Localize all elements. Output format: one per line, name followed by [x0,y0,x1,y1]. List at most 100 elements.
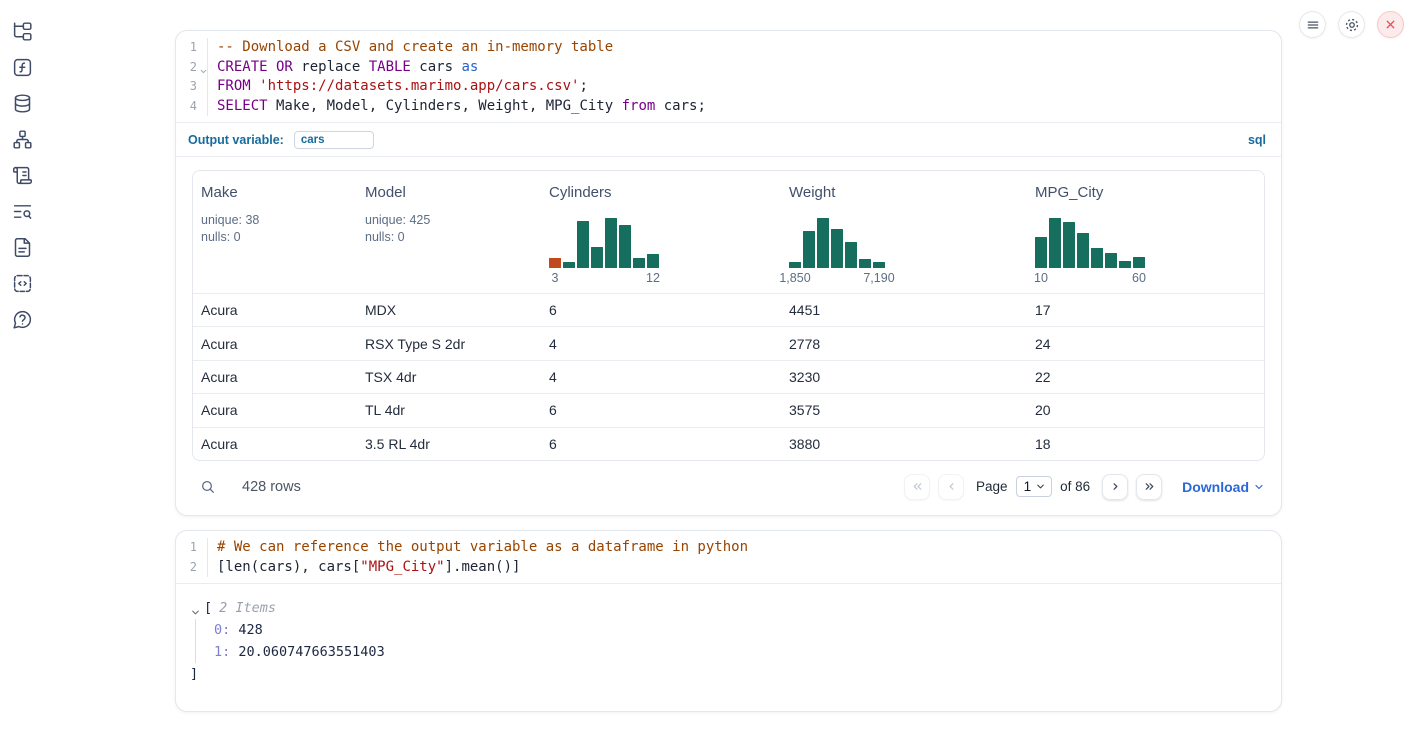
divider [176,156,1281,157]
code-line: 1# We can reference the output variable … [176,538,1281,558]
table-cell: 4 [541,336,781,352]
chevron-down-icon [1253,481,1265,493]
download-button[interactable]: Download [1182,479,1265,495]
column-title: Cylinders [549,184,773,201]
dependency-graph-icon[interactable] [12,129,33,150]
document-icon[interactable] [12,237,33,258]
histogram-bar [1119,261,1131,268]
page-total: of 86 [1060,479,1090,494]
output-variable-row: Output variable: sql [176,123,1281,156]
python-cell: 1# We can reference the output variable … [175,530,1282,712]
table-header: Makeunique: 38nulls: 0Modelunique: 425nu… [193,171,1264,293]
table-cell: 6 [541,402,781,418]
table-body: AcuraMDX6445117AcuraRSX Type S 2dr427782… [193,293,1264,460]
table-cell: 20 [1027,402,1264,418]
download-label: Download [1182,479,1249,495]
table-cell: 6 [541,436,781,452]
output-variable-input[interactable] [294,131,374,149]
histogram-bar [1035,237,1047,268]
histogram-bar [549,258,561,268]
database-icon[interactable] [12,93,33,114]
sql-cell: 1-- Download a CSV and create an in-memo… [175,30,1282,516]
function-icon[interactable] [12,57,33,78]
fold-chevron-icon[interactable] [199,63,208,72]
open-bracket: [ [204,597,212,619]
histogram-bar [817,218,829,268]
table-cell: 18 [1027,436,1264,452]
sql-code-editor[interactable]: 1-- Download a CSV and create an in-memo… [176,31,1281,122]
table-cell: 3575 [781,402,1027,418]
chevron-down-icon [1035,481,1046,492]
code-text: FROM 'https://datasets.marimo.app/cars.c… [207,77,588,97]
histogram-bar [1063,222,1075,268]
table-row: AcuraTL 4dr6357520 [193,393,1264,426]
code-line: 2[len(cars), cars["MPG_City"].mean()] [176,558,1281,578]
table-row: AcuraMDX6445117 [193,293,1264,326]
chevron-down-icon[interactable] [190,603,201,614]
page-select-value: 1 [1024,479,1032,494]
column-stats: unique: 38nulls: 0 [201,212,349,246]
code-text: [len(cars), cars["MPG_City"].mean()] [207,558,520,578]
first-page-button[interactable] [904,474,930,500]
close-bracket: ] [190,663,1265,685]
histogram-bar [591,247,603,268]
code-text: # We can reference the output variable a… [207,538,748,558]
table-cell: 17 [1027,302,1264,318]
column-histogram: 1,8507,190 [789,218,1019,287]
table-cell: 6 [541,302,781,318]
prev-page-button[interactable] [938,474,964,500]
tree-entry-value: 428 [230,622,263,638]
histogram-bar [831,229,843,268]
table-cell: Acura [193,302,357,318]
python-code-editor[interactable]: 1# We can reference the output variable … [176,531,1281,583]
column-header-weight[interactable]: Weight1,8507,190 [781,171,1027,293]
table-cell: Acura [193,369,357,385]
line-number: 3 [176,77,207,97]
column-header-cylinders[interactable]: Cylinders 312 [541,171,781,293]
line-number: 1 [176,538,207,558]
last-page-button[interactable] [1136,474,1162,500]
page-select[interactable]: 1 [1016,476,1053,497]
tree-entry-key: 0: [214,622,230,638]
scroll-icon[interactable] [12,165,33,186]
line-number: 1 [176,38,207,58]
sidebar [0,0,44,729]
histogram-bar [633,258,645,268]
line-number: 2 [176,58,207,78]
line-number: 4 [176,97,207,117]
table-cell: 2778 [781,336,1027,352]
data-table: Makeunique: 38nulls: 0Modelunique: 425nu… [192,170,1265,461]
tree-root-row: [ 2 Items [190,597,1265,619]
code-square-icon[interactable] [12,273,33,294]
column-header-make[interactable]: Makeunique: 38nulls: 0 [193,171,357,293]
table-cell: TL 4dr [357,402,541,418]
file-tree-icon[interactable] [12,21,33,42]
pagination: Page 1 of 86 Download [904,474,1265,500]
output-variable-label: Output variable: [188,133,284,147]
menu-button[interactable] [1299,11,1326,38]
table-row: AcuraTSX 4dr4323022 [193,360,1264,393]
histogram-bar [1091,248,1103,268]
shutdown-button[interactable] [1377,11,1404,38]
table-row: AcuraRSX Type S 2dr4277824 [193,326,1264,359]
histogram-bar [859,259,871,268]
tree-entry: 1: 20.060747663551403 [214,641,1265,663]
table-row: Acura3.5 RL 4dr6388018 [193,427,1264,460]
histogram-bar [1133,257,1145,268]
language-badge[interactable]: sql [1248,133,1269,147]
code-line: 2CREATE OR replace TABLE cars as [176,58,1281,78]
items-count-label: 2 Items [219,597,276,619]
search-icon[interactable] [200,479,216,495]
settings-button[interactable] [1338,11,1365,38]
histogram-bar [619,225,631,268]
histogram-bar [1049,218,1061,268]
histogram-axis-labels: 312 [549,271,773,287]
column-header-mpg_city[interactable]: MPG_City1060 [1027,171,1264,293]
table-cell: 3230 [781,369,1027,385]
text-search-icon[interactable] [12,201,33,222]
column-header-model[interactable]: Modelunique: 425nulls: 0 [357,171,541,293]
help-circle-icon[interactable] [12,309,33,330]
code-text: CREATE OR replace TABLE cars as [207,58,478,78]
table-cell: 24 [1027,336,1264,352]
next-page-button[interactable] [1102,474,1128,500]
